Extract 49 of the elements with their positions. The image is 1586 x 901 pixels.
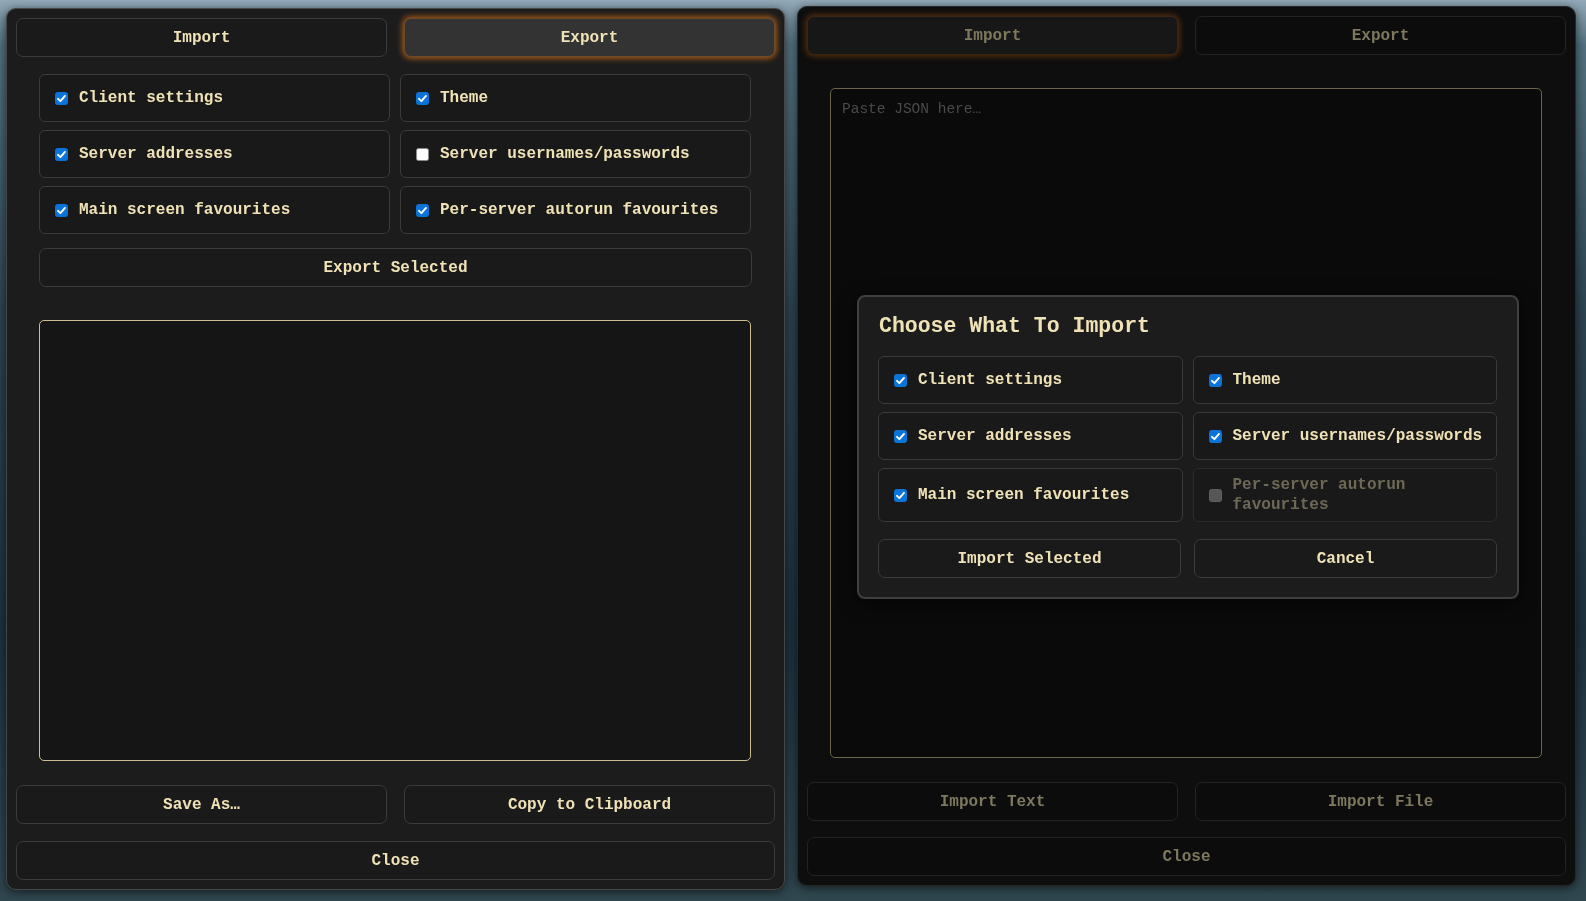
export-selected-button[interactable]: Export Selected — [39, 248, 752, 287]
checkbox[interactable] — [1208, 373, 1222, 387]
option-label: Server usernames/passwords — [1232, 426, 1483, 446]
option-row[interactable]: Client settings — [878, 356, 1183, 404]
option-row[interactable]: Per-server autorun favourites — [400, 186, 751, 234]
option-label: Main screen favourites — [918, 485, 1130, 505]
checkbox[interactable] — [55, 147, 68, 161]
dialog-title: Choose What To Import — [879, 313, 1151, 339]
tab[interactable]: Export — [1195, 16, 1566, 55]
option-row[interactable]: Server addresses — [878, 412, 1183, 460]
option-row[interactable]: Main screen favourites — [39, 186, 390, 234]
close-button[interactable]: Close — [807, 837, 1566, 876]
action-button[interactable]: Import Text — [807, 782, 1178, 821]
option-label: Client settings — [918, 370, 1063, 390]
checkbox[interactable] — [894, 429, 907, 443]
cancel-button[interactable]: Cancel — [1194, 539, 1497, 578]
action-button[interactable]: Copy to Clipboard — [404, 785, 775, 824]
option-row[interactable]: Server usernames/passwords — [400, 130, 751, 178]
option-label: Server addresses — [918, 426, 1072, 446]
option-row[interactable]: Theme — [1192, 356, 1497, 404]
import-selected-button[interactable]: Import Selected — [878, 539, 1181, 578]
checkbox[interactable] — [1208, 429, 1222, 443]
option-label: Theme — [1232, 370, 1281, 390]
option-label: Server addresses — [79, 144, 233, 164]
close-button[interactable]: Close — [16, 841, 775, 880]
option-label: Main screen favourites — [79, 200, 291, 220]
tab[interactable]: Import — [807, 16, 1178, 55]
checkbox[interactable] — [55, 91, 68, 105]
action-button[interactable]: Save As… — [16, 785, 387, 824]
option-row[interactable]: Server addresses — [39, 130, 390, 178]
export-output-field[interactable] — [39, 320, 751, 761]
option-row[interactable]: Server usernames/passwords — [1192, 412, 1497, 460]
action-button[interactable]: Import File — [1195, 782, 1566, 821]
checkbox[interactable] — [416, 91, 429, 105]
option-row[interactable]: Theme — [400, 74, 751, 122]
checkbox[interactable] — [416, 147, 429, 161]
checkbox[interactable] — [55, 203, 68, 217]
option-label: Per-server autorun favourites — [1232, 475, 1407, 515]
checkbox[interactable] — [416, 203, 429, 217]
option-label: Server usernames/passwords — [440, 144, 690, 164]
checkbox[interactable] — [894, 488, 907, 502]
option-label: Client settings — [79, 88, 224, 108]
tab[interactable]: Export — [404, 18, 775, 57]
option-row[interactable]: Main screen favourites — [878, 468, 1183, 522]
option-label: Per-server autorun favourites — [440, 200, 719, 220]
checkbox[interactable] — [894, 373, 907, 387]
tab[interactable]: Import — [16, 18, 387, 57]
option-row[interactable]: Client settings — [39, 74, 390, 122]
option-label: Theme — [440, 88, 488, 108]
